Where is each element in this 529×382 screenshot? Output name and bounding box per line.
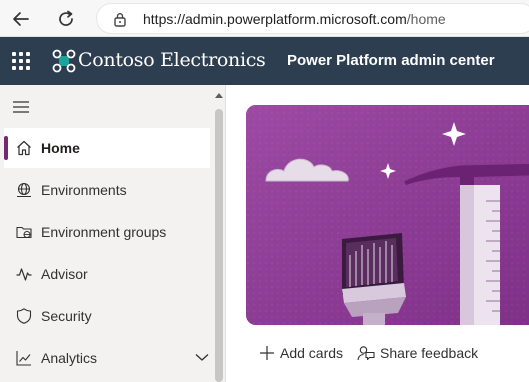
lock-icon — [114, 13, 126, 27]
advisor-icon — [14, 264, 34, 284]
sidebar: Home Environments Environment groups Adv… — [0, 85, 226, 382]
back-arrow-icon — [13, 12, 29, 26]
environment-groups-icon — [14, 222, 34, 242]
plus-icon — [259, 345, 275, 361]
sidebar-item-label: Home — [41, 140, 80, 156]
sidebar-item-label: Advisor — [41, 266, 88, 282]
sidebar-scrollbar[interactable] — [212, 85, 226, 382]
feedback-icon — [357, 344, 375, 362]
add-cards-button[interactable]: Add cards — [259, 345, 343, 361]
scroll-up-arrow-icon[interactable] — [214, 91, 224, 99]
hero-illustration — [246, 105, 529, 325]
sidebar-item-home[interactable]: Home — [4, 128, 210, 168]
hero-banner — [246, 105, 529, 325]
paintbrush-icon — [342, 233, 406, 325]
sidebar-item-label: Security — [41, 308, 92, 324]
action-bar: Add cards Share feedback — [259, 344, 492, 362]
environments-icon — [14, 180, 34, 200]
hamburger-menu-icon[interactable] — [12, 100, 30, 114]
home-icon — [14, 138, 34, 158]
main-content: Add cards Share feedback — [227, 85, 529, 382]
chevron-down-icon[interactable] — [194, 349, 210, 365]
app-launcher-icon[interactable] — [12, 52, 30, 70]
contoso-logo-icon — [52, 49, 76, 73]
sidebar-item-analytics[interactable]: Analytics — [4, 338, 210, 378]
sidebar-item-security[interactable]: Security — [4, 296, 210, 336]
shield-icon — [14, 306, 34, 326]
brand-name[interactable]: Contoso Electronics — [78, 49, 266, 71]
add-cards-label: Add cards — [280, 345, 344, 361]
sidebar-item-label: Environment groups — [41, 224, 167, 240]
url-host: https://admin.powerplatform.microsoft.co… — [143, 11, 407, 27]
address-bar[interactable]: https://admin.powerplatform.microsoft.co… — [96, 3, 529, 34]
analytics-icon — [14, 348, 34, 368]
url-text: https://admin.powerplatform.microsoft.co… — [143, 11, 446, 27]
sidebar-item-advisor[interactable]: Advisor — [4, 254, 210, 294]
reload-icon — [59, 10, 73, 26]
sidebar-item-label: Environments — [41, 182, 127, 198]
app-header: Contoso Electronics Power Platform admin… — [0, 37, 529, 85]
sidebar-item-environments[interactable]: Environments — [4, 170, 210, 210]
share-feedback-label: Share feedback — [380, 345, 479, 361]
reload-button[interactable] — [53, 6, 79, 32]
scrollbar-thumb[interactable] — [215, 109, 223, 382]
back-button[interactable] — [8, 6, 34, 32]
browser-toolbar: https://admin.powerplatform.microsoft.co… — [0, 0, 529, 37]
sidebar-item-environment-groups[interactable]: Environment groups — [4, 212, 210, 252]
share-feedback-button[interactable]: Share feedback — [357, 344, 478, 362]
sidebar-item-label: Analytics — [41, 350, 98, 366]
app-title: Power Platform admin center — [287, 52, 495, 69]
url-path: /home — [406, 11, 446, 27]
